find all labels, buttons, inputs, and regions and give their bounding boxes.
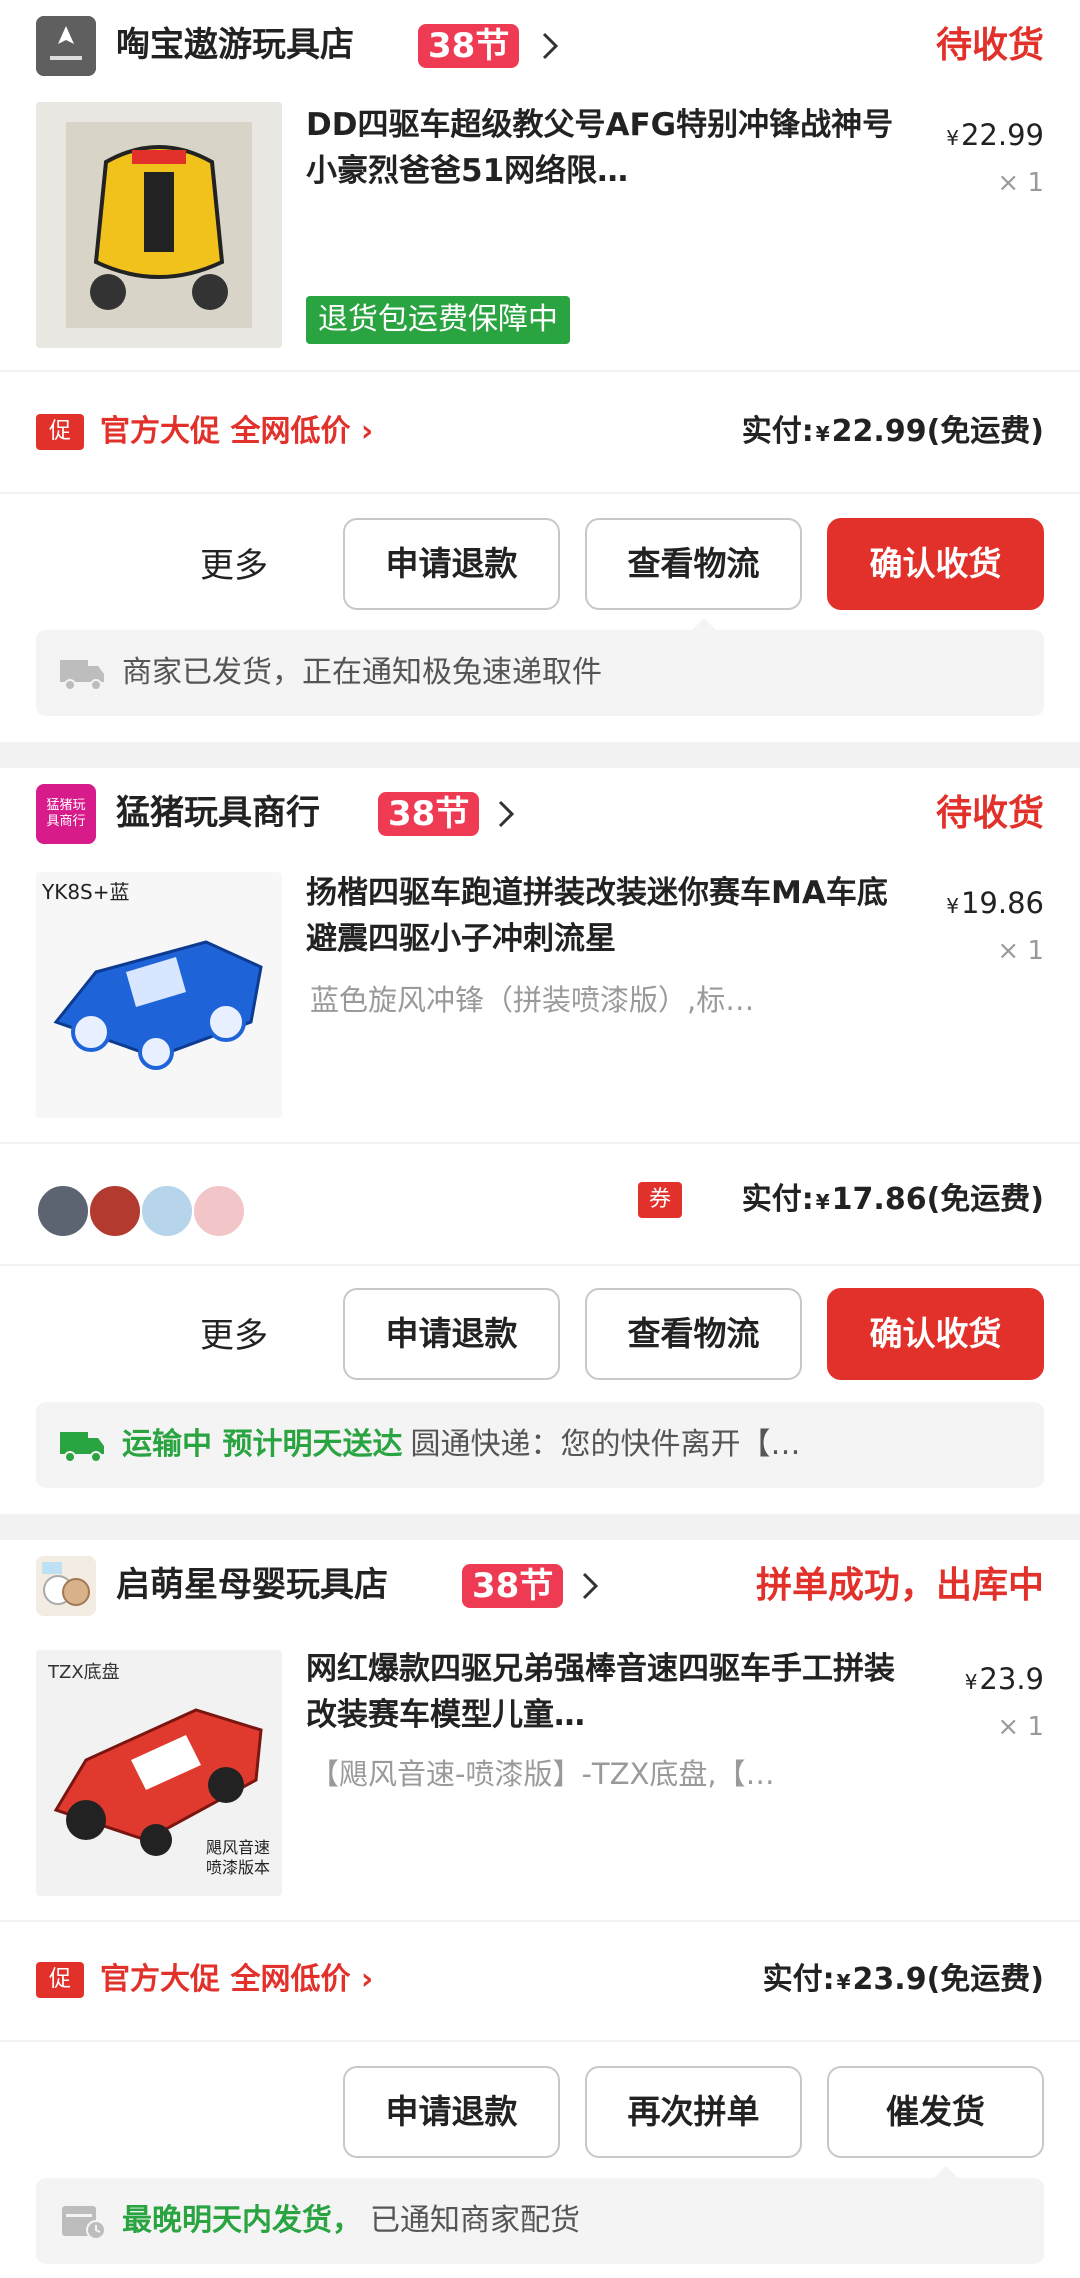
order-status: 拼单成功，出库中 — [755, 1565, 1044, 1606]
product-image[interactable]: TZX底盘 飓风音速 喷漆版本 — [36, 1650, 282, 1896]
delivery-status-bar[interactable]: 运输中 预计明天送达 圆通快递：您的快件离开【… — [36, 1402, 1044, 1488]
quantity: × 1 — [997, 168, 1044, 198]
shop-name[interactable]: 启萌星母婴玩具店 — [116, 1560, 388, 1610]
delivery-status-bar[interactable]: 商家已发货，正在通知极兔速递取件 — [36, 618, 1044, 716]
product-title[interactable]: 扬楷四驱车跑道拼装改装迷你赛车MA车底避震四驱小子冲刺流星 — [306, 870, 896, 962]
more-link[interactable]: 更多 — [200, 1310, 268, 1362]
image-caption: TZX底盘 — [48, 1662, 120, 1683]
chevron-right-icon[interactable] — [536, 24, 566, 68]
delivery-status-text: 商家已发货，正在通知极兔速递取件 — [122, 655, 602, 690]
order-status: 待收货 — [935, 793, 1044, 834]
view-logistics-button[interactable]: 查看物流 — [585, 518, 802, 610]
truck-icon — [60, 1432, 104, 1463]
divider — [0, 492, 1080, 494]
avatar — [36, 1184, 90, 1238]
notch — [690, 618, 718, 632]
festival-badge: 38节 — [462, 1564, 564, 1608]
avatar — [192, 1184, 246, 1238]
divider — [0, 370, 1080, 372]
coupon-icon: 券 — [638, 1182, 682, 1218]
image-subcaption: 飓风音速 喷漆版本 — [205, 1838, 270, 1877]
promo-row[interactable]: 促 官方大促 全网低价 › 实付: ¥22.99(免运费) — [0, 392, 1080, 472]
refund-button[interactable]: 申请退款 — [343, 518, 560, 610]
confirm-receipt-button[interactable]: 确认收货 — [827, 1288, 1044, 1380]
festival-badge: 38节 — [418, 24, 520, 68]
promo-icon: 促 — [36, 414, 84, 450]
product-spec: 【飓风音速-喷漆版】-TZX底盘,【… — [310, 1757, 775, 1791]
urge-shipping-button[interactable]: 催发货 — [827, 2066, 1044, 2158]
delivery-status-bar[interactable]: 最晚明天内发货， 已通知商家配货 — [36, 2166, 1044, 2264]
guarantee-tag: 退货包运费保障中 — [306, 296, 570, 344]
paid-total: 实付: ¥23.9(免运费) — [762, 1962, 1044, 1997]
price: ¥22.99 — [946, 118, 1044, 152]
paid-total: 实付: ¥17.86(免运费) — [741, 1182, 1044, 1217]
shop-header[interactable]: 启萌星母婴玩具店 38节 拼单成功，出库中 — [0, 1540, 1080, 1630]
product-image[interactable] — [36, 102, 282, 348]
shop-header[interactable]: 猛猪玩具商行 猛猪玩具商行 38节 待收货 — [0, 768, 1080, 858]
product-title[interactable]: DD四驱车超级教父号AFG特别冲锋战神号小豪烈爸爸51网络限… — [306, 102, 896, 194]
action-row: 更多 申请退款 查看物流 确认收货 — [0, 1288, 1080, 1384]
view-logistics-button[interactable]: 查看物流 — [585, 1288, 802, 1380]
refund-button[interactable]: 申请退款 — [343, 2066, 560, 2158]
price: ¥19.86 — [946, 886, 1044, 920]
promo-text[interactable]: 官方大促 全网低价 › — [100, 1954, 373, 2006]
quantity: × 1 — [997, 1712, 1044, 1742]
chevron-right-icon[interactable] — [492, 792, 522, 836]
group-buy-again-button[interactable]: 再次拼单 — [585, 2066, 802, 2158]
truck-icon — [60, 660, 104, 691]
more-link[interactable]: 更多 — [200, 540, 268, 592]
shop-avatar: 猛猪玩具商行 — [36, 784, 96, 844]
chevron-right-icon[interactable] — [576, 1564, 606, 1608]
shop-avatar — [36, 16, 96, 76]
promo-text[interactable]: 官方大促 全网低价 › — [100, 406, 373, 458]
shop-avatar — [36, 1556, 96, 1616]
divider — [0, 1920, 1080, 1922]
paid-total: 实付: ¥22.99(免运费) — [741, 414, 1044, 449]
promo-row[interactable]: 促 官方大促 全网低价 › 实付: ¥23.9(免运费) — [0, 1940, 1080, 2020]
order-card[interactable]: 啕宝遨游玩具店 38节 待收货 DD四驱车超级教父号AFG特别冲锋战神号小豪烈爸… — [0, 0, 1080, 742]
refund-button[interactable]: 申请退款 — [343, 1288, 560, 1380]
price: ¥23.9 — [964, 1662, 1044, 1696]
order-card[interactable]: 猛猪玩具商行 猛猪玩具商行 38节 待收货 YK8S+蓝 扬楷四驱车跑道拼装改装… — [0, 768, 1080, 1514]
product-image[interactable]: YK8S+蓝 — [36, 872, 282, 1118]
order-status: 待收货 — [935, 25, 1044, 66]
notch — [932, 2166, 960, 2180]
festival-badge: 38节 — [378, 792, 480, 836]
action-row: 申请退款 再次拼单 催发货 — [0, 2066, 1080, 2162]
delivery-status-text: 最晚明天内发货， 已通知商家配货 — [122, 2203, 580, 2238]
divider — [0, 1142, 1080, 1144]
product-spec: 蓝色旋风冲锋（拼装喷漆版）,标… — [310, 983, 755, 1017]
product-title[interactable]: 网红爆款四驱兄弟强棒音速四驱车手工拼装改装赛车模型儿童… — [306, 1646, 896, 1738]
order-card[interactable]: 启萌星母婴玩具店 38节 拼单成功，出库中 TZX底盘 飓风音速 喷漆版本 网红… — [0, 1540, 1080, 2278]
divider — [0, 2040, 1080, 2042]
avatar — [140, 1184, 194, 1238]
shop-name[interactable]: 猛猪玩具商行 — [116, 788, 320, 838]
shop-header[interactable]: 啕宝遨游玩具店 38节 待收货 — [0, 0, 1080, 90]
shop-name[interactable]: 啕宝遨游玩具店 — [116, 20, 354, 70]
confirm-receipt-button[interactable]: 确认收货 — [827, 518, 1044, 610]
action-row: 更多 申请退款 查看物流 确认收货 — [0, 518, 1080, 614]
avatar — [88, 1184, 142, 1238]
delivery-status-text: 运输中 预计明天送达 圆通快递：您的快件离开【… — [122, 1427, 801, 1462]
promo-row: 券 实付: ¥17.86(免运费) — [0, 1160, 1080, 1240]
promo-icon: 促 — [36, 1962, 84, 1998]
shop-logo-text: 猛猪玩具商行 — [46, 798, 86, 829]
calendar-clock-icon — [62, 2206, 106, 2240]
divider — [0, 1264, 1080, 1266]
image-caption: YK8S+蓝 — [42, 880, 130, 904]
quantity: × 1 — [997, 936, 1044, 966]
